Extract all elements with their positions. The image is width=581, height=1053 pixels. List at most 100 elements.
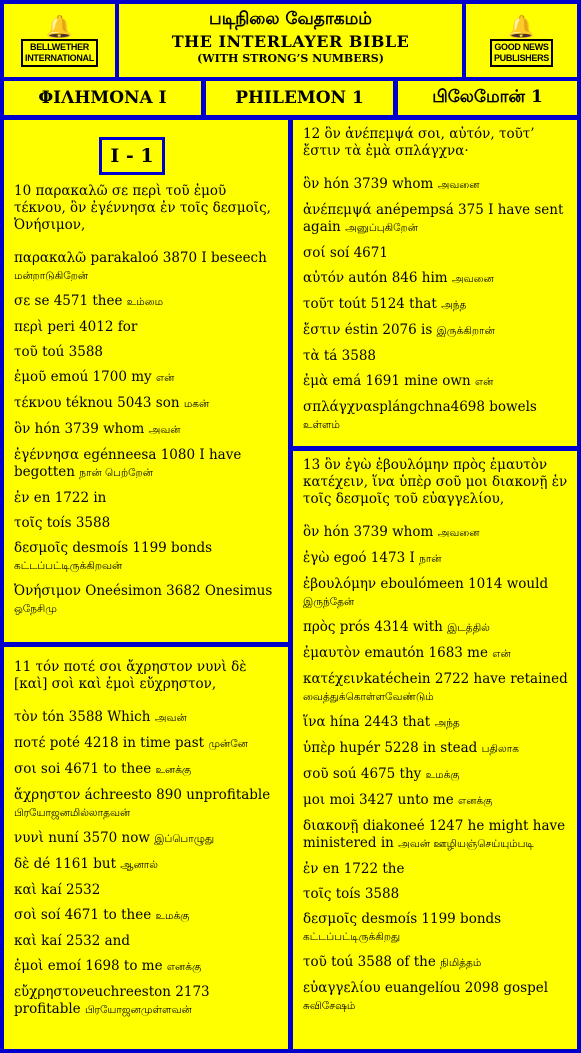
tamil-gloss: இப்பொழுது	[154, 833, 215, 845]
tamil-title: படிநிலை வேதாகமம்	[209, 9, 372, 29]
word-entry: σε se 4571 thee உம்மை	[14, 293, 280, 311]
verse-heading: 11 τόν ποτέ σοι ἄχρηστον νυνὶ δὲ [καὶ] σ…	[14, 659, 247, 692]
tamil-gloss: மன்றாடுகிறேன்	[14, 270, 89, 282]
greek-word: αὐτόν	[303, 270, 345, 286]
tamil-gloss: பிரயோஜனமுள்ளவன்	[84, 1004, 192, 1016]
tamil-gloss: அவனை	[451, 273, 494, 285]
greek-word: ἐμοῦ	[14, 369, 47, 385]
tamil-gloss: மகன்	[183, 398, 210, 410]
word-gloss: hón 3739 whom	[319, 176, 434, 192]
word-entry: σοί soí 4671	[303, 245, 569, 262]
word-entry: κατέχεινkatéchein 2722 have retained வைத…	[303, 671, 569, 706]
word-entry: τοῖς toís 3588	[303, 886, 569, 903]
word-entry: ποτέ poté 4218 in time past முன்னே	[14, 735, 280, 753]
greek-word: τοῖς	[14, 515, 43, 531]
greek-word: ἵνα	[303, 714, 326, 730]
tamil-gloss: உனக்கு	[155, 764, 192, 776]
greek-word: ὃν	[14, 421, 31, 437]
word-gloss: éstin 2076 is	[340, 322, 433, 338]
word-gloss: hupér 5228 in stead	[335, 740, 478, 756]
word-gloss: katéchein 2722 have retained	[363, 671, 568, 687]
tamil-gloss: பிரயோஜனமில்லாதவன்	[14, 807, 131, 819]
bellwether-logo: 🔔 BELLWETHER INTERNATIONAL	[4, 4, 115, 77]
word-gloss: toú 3588	[37, 344, 103, 360]
word-entry: δεσμοῖς desmoís 1199 bonds கட்டப்பட்டிரு…	[14, 540, 280, 575]
chapter-label: I - 1	[99, 137, 165, 175]
word-entry: ἔστιν éstin 2076 is இருக்கிறான்	[303, 322, 569, 340]
verse-13-panel: 13 ὃν ἐγὼ ἐβουλόμην πρὸς ἐμαυτὸν κατέχει…	[293, 451, 577, 1049]
word-gloss: toút 5124 that	[334, 296, 437, 312]
tamil-gloss: ஆனால்	[120, 859, 158, 871]
word-entry: ἐμοὶ emoí 1698 to me எனக்கு	[14, 958, 280, 976]
tamil-gloss: அவன் ஊழியஞ்செய்யும்படி	[398, 838, 534, 850]
greek-word: τοῦ	[14, 344, 38, 360]
greek-word: πρὸς	[303, 619, 336, 635]
greek-word: ἐν	[303, 861, 319, 877]
word-entry: νυνὶ nuní 3570 now இப்பொழுது	[14, 830, 280, 848]
greek-word: διακονῇ	[303, 818, 359, 834]
tamil-gloss: நான் பெற்றேன்	[79, 467, 153, 479]
logo-left-line1: BELLWETHER	[30, 41, 89, 52]
greek-word: σοί	[303, 245, 326, 261]
greek-word: ἐμαυτὸν	[303, 645, 361, 661]
word-entry: περὶ peri 4012 for	[14, 319, 280, 336]
greek-word: ἐβουλόμην	[303, 576, 377, 592]
tamil-gloss: எனக்கு	[166, 961, 202, 973]
word-entry: ὃν hón 3739 whom அவனை	[303, 524, 569, 542]
tamil-gloss: எனக்கு	[458, 795, 493, 807]
tamil-gloss: அவனை	[437, 179, 480, 191]
tamil-gloss: அவன்	[148, 424, 181, 436]
tamil-gloss: பதிலாக	[481, 743, 519, 755]
word-entry: δὲ dé 1161 but ஆனால்	[14, 856, 280, 874]
tamil-gloss: என்	[155, 372, 175, 384]
word-gloss: emautón 1683 me	[360, 645, 488, 661]
word-entry: μοι moi 3427 unto me எனக்கு	[303, 792, 569, 810]
greek-word: τέκνου	[14, 395, 62, 411]
word-gloss: egoó 1473 I	[329, 550, 415, 566]
word-entry: ἐν en 1722 the	[303, 861, 569, 878]
word-gloss: hón 3739 whom	[319, 524, 434, 540]
word-entry: ἀνέπεμψά anépempsá 375 I have sent again…	[303, 202, 569, 237]
book-english: PHILEMON 1	[206, 81, 393, 115]
tamil-gloss: கட்டப்பட்டிருக்கிறவன்	[14, 560, 123, 572]
tamil-gloss: உம்மை	[126, 296, 164, 308]
greek-word: καὶ	[14, 933, 37, 949]
greek-word: εὐαγγελίου	[303, 980, 381, 996]
word-gloss: dé 1161 but	[29, 856, 116, 872]
word-entry: ὃν hón 3739 whom அவனை	[303, 176, 569, 194]
word-gloss: áchreesto 890 unprofitable	[80, 787, 271, 803]
word-entry: αὐτόν autón 846 him அவனை	[303, 270, 569, 288]
tamil-gloss: முன்னே	[208, 738, 248, 750]
title-block: படிநிலை வேதாகமம் THE INTERLAYER BIBLE (W…	[119, 4, 462, 77]
word-gloss: nuní 3570 now	[43, 830, 150, 846]
word-entry: ἐμοῦ emoú 1700 my என்	[14, 369, 280, 387]
greek-word: τοῦτ	[303, 296, 335, 312]
tamil-gloss: உள்ளம்	[303, 419, 340, 431]
word-entry: εὐαγγελίου euangelíou 2098 gospel சுவிசே…	[303, 980, 569, 1015]
subtitle: (WITH STRONG’S NUMBERS)	[197, 52, 384, 65]
word-gloss: se 4571 thee	[30, 293, 123, 309]
word-gloss: téknou 5043 son	[61, 395, 180, 411]
greek-word: νυνὶ	[14, 830, 44, 846]
greek-word: ἐμοὶ	[14, 958, 44, 974]
logo-left-line2: INTERNATIONAL	[25, 52, 94, 63]
word-gloss: emoú 1700 my	[46, 369, 152, 385]
word-gloss: soí 4671 to thee	[36, 907, 152, 923]
word-gloss: eboulómeen 1014 would	[376, 576, 549, 592]
greek-word: σπλάγχνα	[303, 399, 373, 415]
word-entry: εὔχρηστονeuchreeston 2173 profitable பிர…	[14, 984, 280, 1019]
greek-word: ἄχρηστον	[14, 787, 81, 803]
greek-word: ἔστιν	[303, 322, 341, 338]
tamil-gloss: அனுப்புகிறேன்	[345, 222, 418, 234]
word-entry: Ὀνήσιμον Oneésimon 3682 Onesimus ஒநேசிமு	[14, 583, 280, 618]
word-entry: ἐμὰ emá 1691 mine own என்	[303, 373, 569, 391]
word-entry: τοῖς toís 3588	[14, 515, 280, 532]
tamil-gloss: உமக்கு	[155, 910, 190, 922]
word-gloss: soí 4671	[325, 245, 388, 261]
greek-word: ὃν	[303, 524, 320, 540]
word-gloss: splángchna4698 bowels	[372, 399, 537, 415]
word-gloss: en 1722 the	[318, 861, 405, 877]
word-entry: σοὶ soí 4671 to thee உமக்கு	[14, 907, 280, 925]
word-entry: καὶ kaí 2532 and	[14, 933, 280, 950]
greek-word: Ὀνήσιμον	[14, 583, 81, 599]
